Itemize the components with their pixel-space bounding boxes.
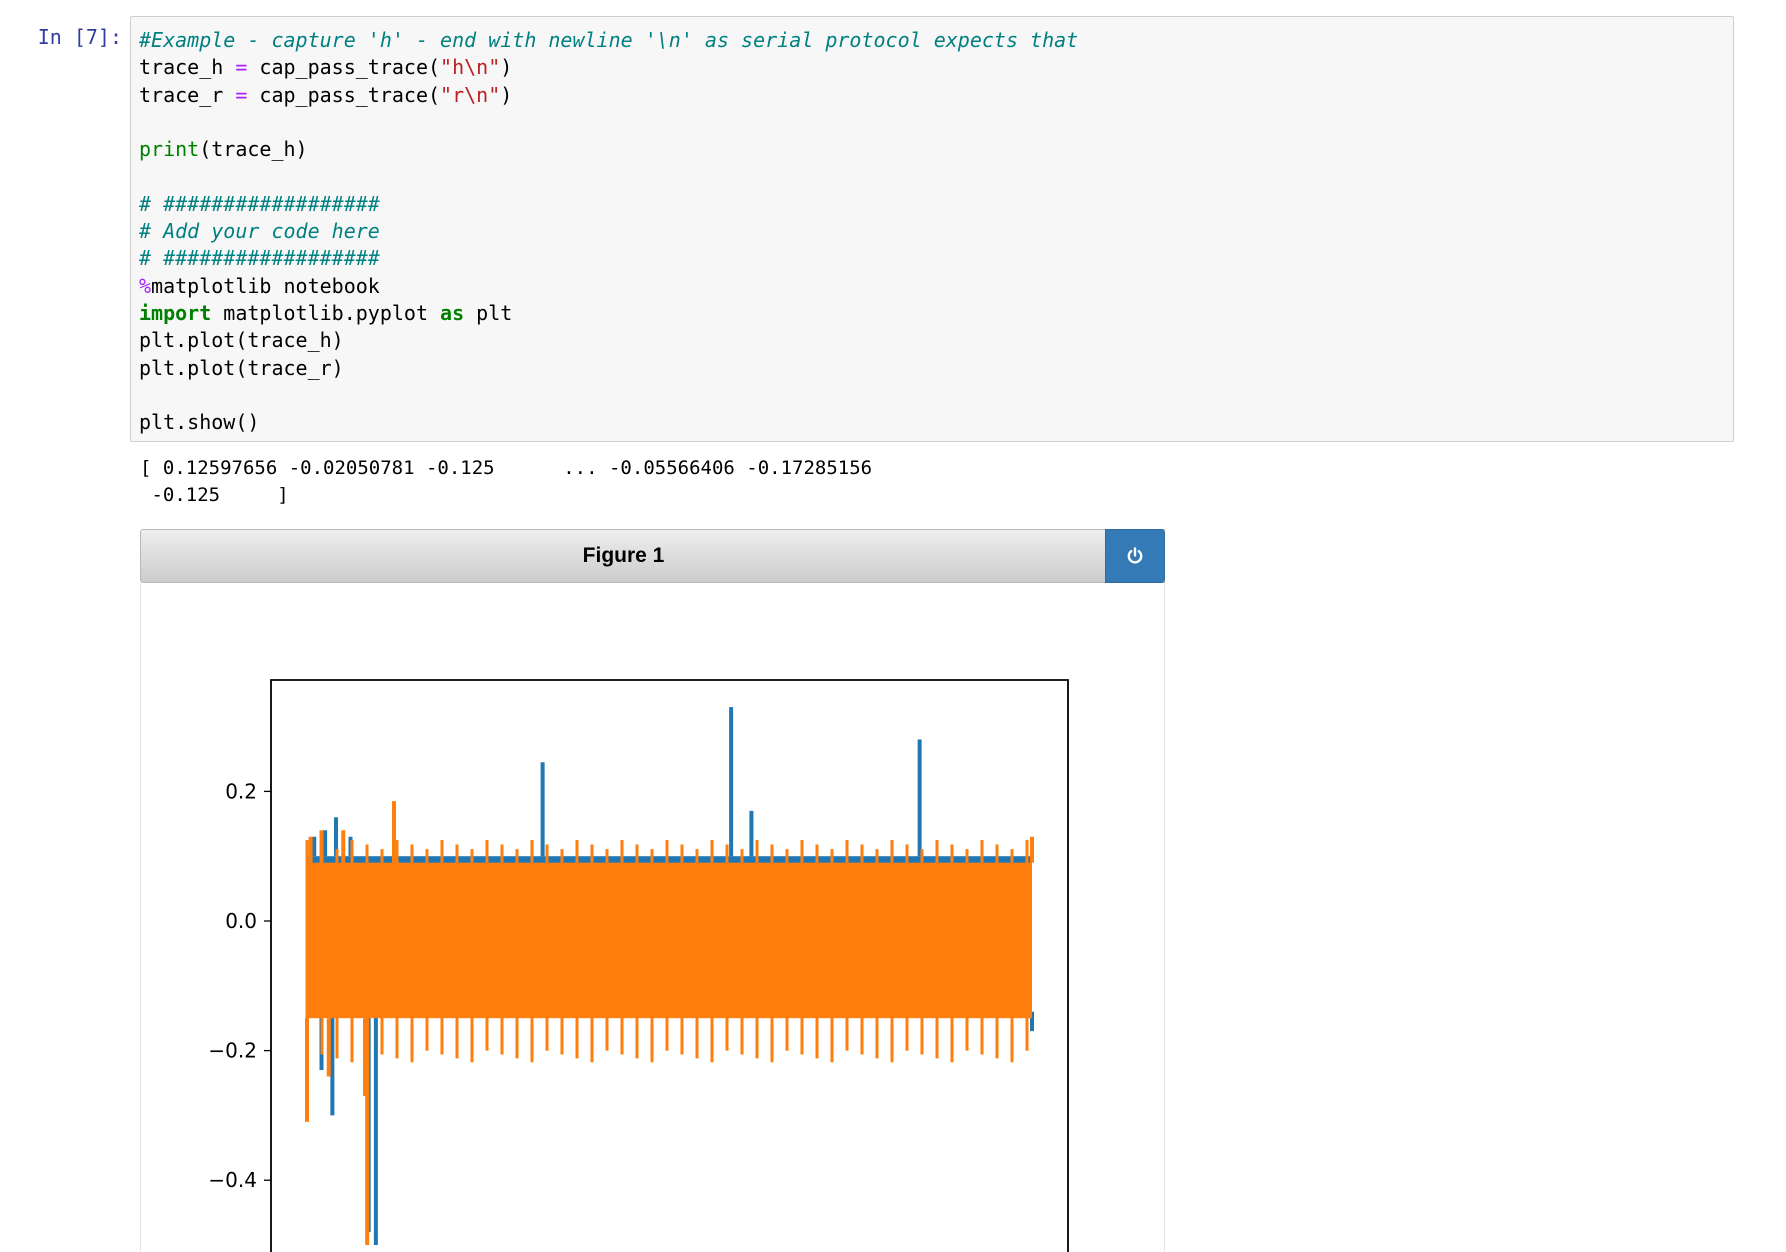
y-tick-label: −0.2 bbox=[208, 1039, 257, 1063]
code-token: matplotlib.pyplot bbox=[211, 300, 441, 325]
code-line: import matplotlib.pyplot as plt bbox=[139, 300, 1078, 327]
code-token: print bbox=[139, 137, 200, 162]
code-line: #Example - capture 'h' - end with newlin… bbox=[139, 27, 1078, 54]
code-token: plt bbox=[464, 300, 513, 325]
code-token: as bbox=[440, 300, 465, 325]
code-token: "h\n" bbox=[440, 55, 501, 80]
code-line: %matplotlib notebook bbox=[139, 273, 1078, 300]
code-line: # ################## bbox=[139, 245, 1078, 272]
code-line: trace_h = cap_pass_trace("h\n") bbox=[139, 54, 1078, 81]
code-token: = bbox=[235, 82, 248, 107]
close-figure-button[interactable] bbox=[1105, 529, 1165, 583]
code-line: trace_r = cap_pass_trace("r\n") bbox=[139, 82, 1078, 109]
code-line: # ################## bbox=[139, 191, 1078, 218]
code-token: ) bbox=[500, 82, 513, 107]
code-token: # Add your code here bbox=[139, 219, 380, 244]
code-token: # ################## bbox=[139, 191, 380, 216]
code-token: cap_pass_trace( bbox=[247, 55, 441, 80]
code-line: plt.show() bbox=[139, 409, 1078, 436]
figure-canvas[interactable]: 0.2 0.0 −0.2 −0.4 bbox=[140, 583, 1165, 1252]
code-token: cap_pass_trace( bbox=[247, 82, 441, 107]
code-token: % bbox=[139, 273, 152, 298]
code-cell-editor[interactable]: #Example - capture 'h' - end with newlin… bbox=[130, 16, 1734, 442]
code-line: plt.plot(trace_r) bbox=[139, 355, 1078, 382]
figure-title: Figure 1 bbox=[582, 544, 665, 567]
code-token: plt.plot(trace_r) bbox=[139, 355, 344, 380]
code-token: ) bbox=[500, 55, 513, 80]
code-token: plt.plot(trace_h) bbox=[139, 328, 344, 353]
code-line: print(trace_h) bbox=[139, 136, 1078, 163]
y-tick-label: 0.2 bbox=[225, 779, 257, 803]
code-token: = bbox=[235, 55, 248, 80]
series-2 bbox=[305, 801, 1034, 1245]
code-line: # Add your code here bbox=[139, 218, 1078, 245]
cell-prompt: In [7]: bbox=[37, 25, 122, 49]
code-token: (trace_h) bbox=[199, 137, 308, 162]
code-token: import bbox=[139, 300, 212, 325]
figure-toolbar: Figure 1 bbox=[140, 529, 1165, 583]
y-tick-label: −0.4 bbox=[208, 1168, 257, 1192]
cell-output: [ 0.12597656 -0.02050781 -0.125 ... -0.0… bbox=[140, 457, 873, 506]
code-token: #Example - capture 'h' - end with newlin… bbox=[139, 28, 1079, 52]
line-chart: 0.2 0.0 −0.2 −0.4 bbox=[208, 679, 1069, 1252]
code-token: "r\n" bbox=[440, 82, 501, 107]
code-token: matplotlib notebook bbox=[151, 273, 380, 298]
code-token: plt.show() bbox=[139, 410, 260, 435]
code-token: trace_r bbox=[139, 82, 236, 107]
code-token: # ################## bbox=[139, 246, 380, 271]
code-token: trace_h bbox=[139, 55, 236, 80]
code-block[interactable]: #Example - capture 'h' - end with newlin… bbox=[139, 27, 1078, 436]
code-line: plt.plot(trace_h) bbox=[139, 327, 1078, 354]
power-icon bbox=[1127, 547, 1143, 564]
y-tick-label: 0.0 bbox=[225, 909, 257, 933]
